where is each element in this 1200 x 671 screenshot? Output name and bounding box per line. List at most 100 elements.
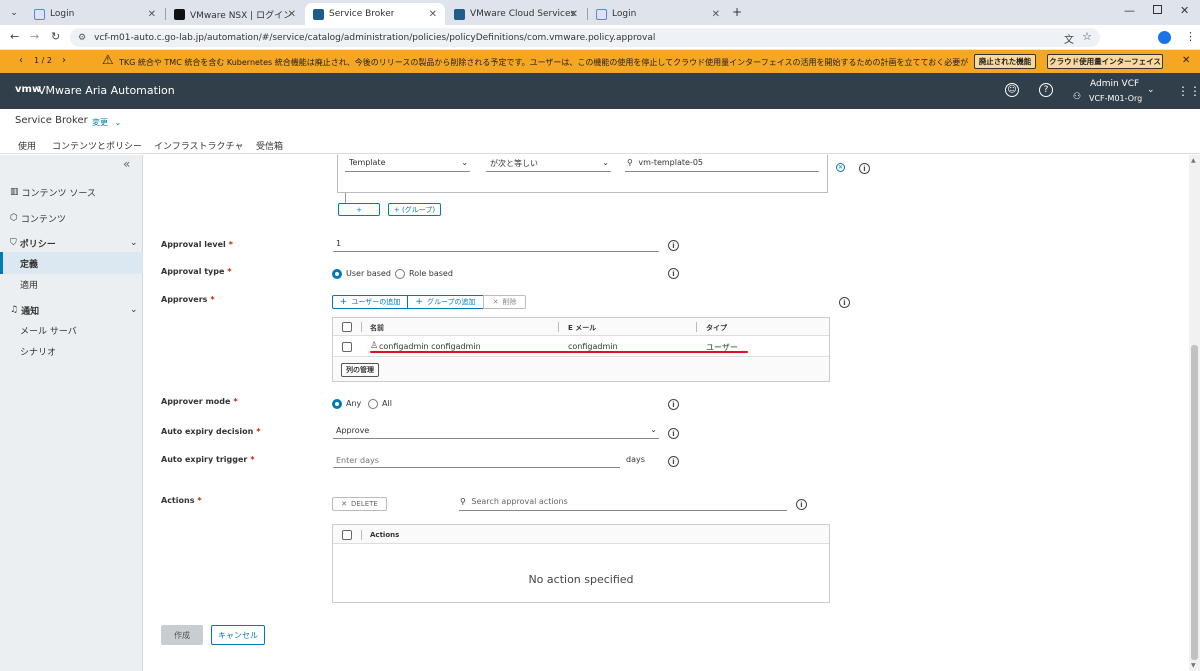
create-button[interactable]: 作成 — [161, 625, 203, 645]
user-name[interactable]: Admin VCF — [1090, 79, 1139, 89]
sidebar-item-definitions[interactable]: 定義 — [0, 252, 143, 274]
close-icon[interactable]: ✕ — [570, 9, 578, 20]
browser-tab[interactable]: Login ✕ — [26, 3, 164, 25]
row-checkbox[interactable] — [342, 342, 352, 352]
collapse-sidebar-icon[interactable]: « — [123, 157, 130, 171]
app-title[interactable]: VMware Aria Automation — [38, 84, 175, 97]
info-icon[interactable]: i — [668, 240, 679, 251]
sidebar-item-label: ポリシー — [19, 239, 56, 250]
window-close-icon[interactable]: ✕ — [1180, 4, 1189, 17]
add-group-button[interactable]: + グループの追加 — [407, 295, 484, 309]
close-icon[interactable]: ✕ — [712, 9, 720, 20]
auto-expiry-trigger-input[interactable] — [333, 454, 620, 468]
sidebar-item-content-sources[interactable]: ▥ コンテンツ ソース — [0, 181, 143, 203]
next-alert-icon[interactable]: › — [62, 55, 66, 66]
tab-search-icon[interactable]: ⌄ — [7, 6, 21, 20]
org-name[interactable]: VCF-M01-Org — [1089, 94, 1142, 103]
browser-tab-active[interactable]: Service Broker ✕ — [305, 3, 445, 25]
prev-alert-icon[interactable]: ‹ — [19, 55, 23, 66]
browser-tab[interactable]: VMware Cloud Services ✕ — [446, 3, 586, 25]
tab-inbox[interactable]: 受信箱 — [256, 139, 283, 152]
close-icon[interactable]: ✕ — [288, 9, 296, 20]
login-favicon-icon — [596, 8, 607, 20]
browser-menu-icon[interactable]: ⋮ — [1185, 30, 1196, 43]
deprecated-features-button[interactable]: 廃止された機能 — [974, 54, 1036, 69]
minimize-icon[interactable]: — — [1124, 4, 1135, 17]
chevron-down-icon: ⌄ — [130, 238, 138, 248]
scroll-up-icon[interactable]: ▲ — [1191, 157, 1196, 164]
maximize-icon[interactable] — [1153, 5, 1162, 14]
sidebar-item-content[interactable]: ⬡ コンテンツ — [0, 207, 143, 229]
app-header: vmw VMware Aria Automation ☺ ? Admin VCF… — [0, 73, 1200, 109]
info-icon[interactable]: i — [668, 428, 679, 439]
auto-expiry-decision-select[interactable]: Approve ⌄ — [333, 425, 659, 439]
search-approval-actions-input[interactable]: ⚲ Search approval actions — [459, 497, 787, 511]
add-group-criteria-button[interactable]: + (グループ) — [388, 203, 441, 216]
add-user-button[interactable]: + ユーザーの追加 — [332, 295, 408, 309]
apps-grid-icon[interactable]: ⋮⋮ — [1177, 84, 1200, 98]
sidebar-group-policies[interactable]: ⛉ ポリシー ⌄ — [0, 232, 143, 254]
change-service-link[interactable]: 変更 ⌄ — [92, 117, 121, 128]
column-header-name[interactable]: 名前 — [370, 323, 384, 333]
approval-type-label: Approval type * — [161, 267, 232, 276]
manage-columns-button[interactable]: 列の管理 — [341, 363, 379, 377]
sidebar-item-enforcement[interactable]: 適用 — [0, 273, 143, 295]
sidebar-item-scenarios[interactable]: シナリオ — [0, 340, 143, 362]
profile-avatar[interactable] — [1158, 31, 1171, 44]
help-icon[interactable]: ? — [1039, 83, 1053, 97]
url-input[interactable]: ⚙ vcf-m01-auto.c.go-lab.jp/automation/#/… — [70, 28, 1100, 47]
sidebar-item-mail-server[interactable]: メール サーバ — [0, 319, 143, 341]
delete-approver-button[interactable]: ✕ 削除 — [483, 295, 526, 309]
column-header-email[interactable]: E メール — [568, 323, 596, 333]
browser-tab[interactable]: Login ✕ — [588, 3, 728, 25]
translate-icon[interactable]: 文 — [1064, 31, 1074, 46]
bookmark-star-icon[interactable]: ☆ — [1082, 30, 1092, 43]
back-icon[interactable]: ← — [10, 30, 19, 43]
feedback-smiley-icon[interactable]: ☺ — [1005, 83, 1019, 97]
user-menu-chevron-down-icon[interactable]: ⌄ — [1147, 85, 1155, 95]
search-placeholder: Search approval actions — [471, 497, 568, 506]
info-icon[interactable]: i — [796, 499, 807, 510]
address-bar: ← → ↻ ⚙ vcf-m01-auto.c.go-lab.jp/automat… — [0, 25, 1200, 50]
site-info-icon[interactable]: ⚙ — [78, 33, 86, 43]
info-icon[interactable]: i — [839, 297, 850, 308]
column-header-type[interactable]: タイプ — [706, 323, 727, 333]
scrollbar-thumb[interactable] — [1191, 345, 1198, 660]
radio-role-based[interactable] — [395, 269, 405, 279]
new-tab-plus-icon[interactable]: + — [732, 5, 742, 19]
criteria-field-select[interactable]: Template ⌄ — [345, 158, 470, 172]
actions-table-header — [333, 525, 829, 544]
sidebar-group-notifications[interactable]: ♫ 通知 ⌄ — [0, 299, 143, 321]
deprecation-banner: ‹ 1 / 2 › ⚠ TKG 統合や TMC 統合を含む Kubernetes… — [0, 50, 1200, 73]
plus-icon: + — [339, 297, 348, 307]
tab-use[interactable]: 使用 — [18, 139, 36, 152]
criteria-connector — [345, 193, 346, 203]
cancel-button[interactable]: キャンセル — [211, 625, 265, 645]
table-footer — [333, 358, 829, 381]
add-criteria-button[interactable]: + — [338, 203, 380, 216]
select-all-actions-checkbox[interactable] — [342, 530, 352, 540]
radio-all[interactable] — [368, 399, 378, 409]
column-header-actions[interactable]: Actions — [370, 531, 399, 539]
remove-criteria-icon[interactable]: ✕ — [836, 163, 845, 172]
delete-action-button[interactable]: ✕ DELETE — [332, 497, 387, 511]
info-icon[interactable]: i — [668, 456, 679, 467]
radio-user-based[interactable] — [332, 269, 342, 279]
cloud-usage-interface-button[interactable]: クラウド使用量インターフェイス — [1047, 54, 1163, 69]
criteria-value-input[interactable]: ⚲ vm-template-05 — [625, 158, 819, 172]
criteria-operator-select[interactable]: が次と等しい ⌄ — [486, 158, 611, 172]
radio-any[interactable] — [332, 399, 342, 409]
close-icon[interactable]: ✕ — [148, 9, 156, 20]
info-icon[interactable]: i — [668, 268, 679, 279]
browser-tab[interactable]: VMware NSX | ログイン ✕ — [166, 3, 304, 25]
select-all-checkbox[interactable] — [342, 322, 352, 332]
close-icon[interactable]: ✕ — [429, 9, 437, 20]
tab-infrastructure[interactable]: インフラストラクチャ — [154, 139, 243, 152]
reload-icon[interactable]: ↻ — [51, 30, 60, 43]
scroll-down-icon[interactable]: ▼ — [1191, 662, 1196, 669]
forward-icon[interactable]: → — [30, 30, 39, 43]
info-icon[interactable]: i — [859, 163, 870, 174]
approval-level-input[interactable]: 1 — [333, 239, 659, 252]
close-banner-icon[interactable]: ✕ — [1182, 55, 1190, 66]
info-icon[interactable]: i — [668, 399, 679, 410]
